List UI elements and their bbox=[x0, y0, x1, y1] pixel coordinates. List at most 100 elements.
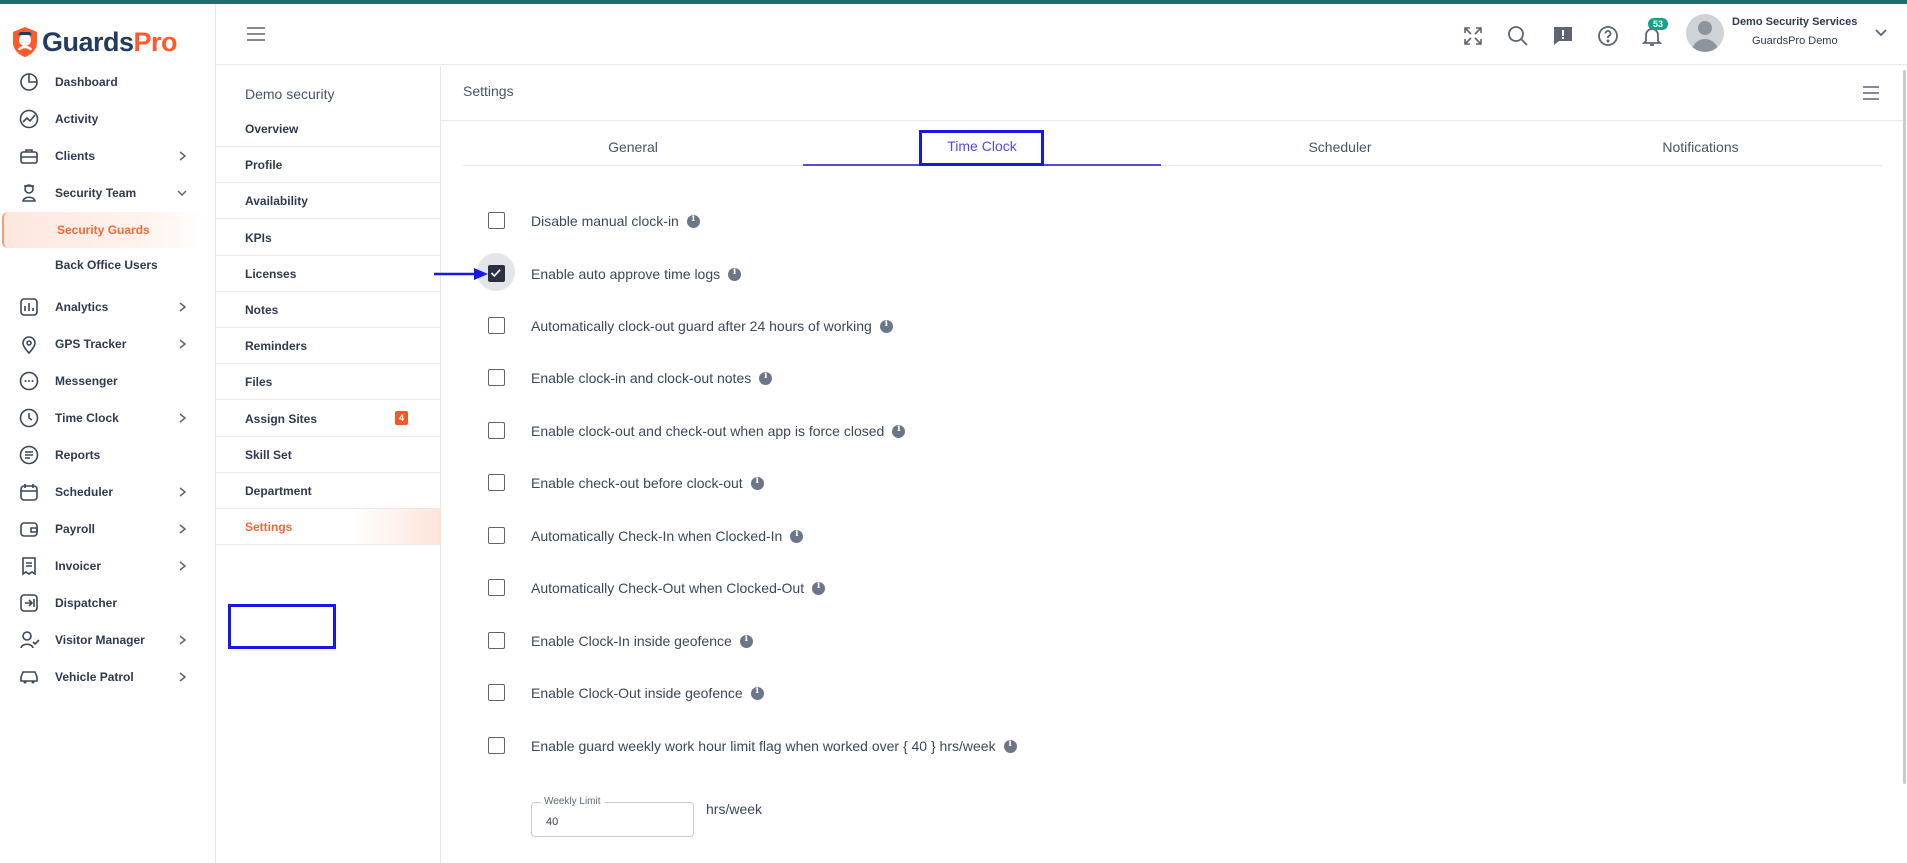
subnav-item-availability[interactable]: Availability bbox=[216, 183, 441, 220]
info-icon[interactable] bbox=[728, 267, 742, 281]
briefcase-icon bbox=[20, 149, 38, 164]
user-name: Demo Security Services bbox=[1732, 16, 1858, 28]
info-icon[interactable] bbox=[739, 634, 753, 648]
checkbox[interactable] bbox=[488, 265, 505, 282]
tab-general[interactable]: General bbox=[463, 128, 803, 166]
sidebar-item-invoicer[interactable]: Invoicer bbox=[0, 548, 216, 584]
logo[interactable]: GuardsPro bbox=[12, 26, 178, 58]
tab-scheduler[interactable]: Scheduler bbox=[1161, 128, 1519, 166]
sidebar-item-label: Security Team bbox=[55, 186, 137, 200]
sidebar-item-label: Dispatcher bbox=[55, 596, 118, 610]
top-bar: 53 Demo Security Services GuardsPro Demo bbox=[216, 4, 1907, 65]
sidebar-item-payroll[interactable]: Payroll bbox=[0, 511, 216, 547]
sidebar-item-label: GPS Tracker bbox=[55, 337, 127, 351]
subnav-item-settings[interactable]: Settings bbox=[216, 509, 441, 546]
info-icon[interactable] bbox=[759, 371, 773, 385]
subnav-item-files[interactable]: Files bbox=[216, 364, 441, 401]
sidebar-item-activity[interactable]: Activity bbox=[0, 101, 216, 137]
tab-notifications[interactable]: Notifications bbox=[1519, 128, 1882, 166]
reports-icon bbox=[19, 445, 39, 465]
subnav-item-licenses[interactable]: Licenses bbox=[216, 256, 441, 292]
feedback-icon[interactable] bbox=[1551, 24, 1575, 48]
search-icon[interactable] bbox=[1506, 24, 1530, 48]
help-icon[interactable] bbox=[1596, 24, 1620, 48]
scrollbar[interactable] bbox=[1903, 70, 1906, 784]
fullscreen-icon[interactable] bbox=[1461, 24, 1485, 48]
checkbox[interactable] bbox=[488, 474, 505, 491]
menu-icon[interactable] bbox=[1862, 86, 1880, 100]
sidebar-item-clients[interactable]: Clients bbox=[0, 138, 216, 174]
checkbox[interactable] bbox=[488, 369, 505, 386]
weekly-limit-input[interactable] bbox=[546, 816, 666, 828]
sidebar-item-visitor-manager[interactable]: Visitor Manager bbox=[0, 622, 216, 658]
checkbox[interactable] bbox=[488, 212, 505, 229]
subnav-item-label: Department bbox=[245, 484, 312, 498]
checkbox[interactable] bbox=[488, 422, 505, 439]
checkbox[interactable] bbox=[488, 684, 505, 701]
checkbox[interactable] bbox=[488, 632, 505, 649]
checkbox[interactable] bbox=[488, 737, 505, 754]
subnav-item-overview[interactable]: Overview bbox=[216, 111, 441, 147]
pointer-arrow bbox=[434, 268, 488, 280]
sidebar-item-gps-tracker[interactable]: GPS Tracker bbox=[0, 326, 216, 362]
subnav-item-label: Profile bbox=[245, 158, 283, 173]
dispatch-icon bbox=[20, 594, 38, 612]
chevron-right-icon bbox=[179, 635, 187, 645]
user-org: GuardsPro Demo bbox=[1752, 35, 1838, 47]
subnav-item-reminders[interactable]: Reminders bbox=[216, 328, 441, 365]
sidebar-item-security-guards[interactable]: Security Guards bbox=[2, 212, 204, 248]
subnav-item-assign-sites[interactable]: Assign Sites 4 bbox=[216, 401, 441, 437]
menu-toggle-icon[interactable] bbox=[246, 26, 266, 42]
sidebar-item-security-team[interactable]: Security Team bbox=[0, 175, 216, 211]
subnav-item-kpis[interactable]: KPIs bbox=[216, 220, 441, 256]
sidebar-item-vehicle-patrol[interactable]: Vehicle Patrol bbox=[0, 659, 216, 695]
subnav-item-skill-set[interactable]: Skill Set bbox=[216, 437, 441, 473]
setting-label: Disable manual clock-in bbox=[531, 213, 700, 229]
car-icon bbox=[20, 671, 38, 684]
subnav-item-label: Settings bbox=[245, 520, 293, 535]
sidebar-item-label: Clients bbox=[55, 149, 96, 163]
setting-option: Enable Clock-In inside geofence bbox=[488, 629, 1488, 653]
settings-tabs: General Time Clock Scheduler Notificatio… bbox=[463, 128, 1882, 166]
divider bbox=[441, 120, 1907, 121]
setting-option: Automatically clock-out guard after 24 h… bbox=[488, 314, 1488, 338]
sidebar-item-messenger[interactable]: Messenger bbox=[0, 363, 216, 399]
checkbox[interactable] bbox=[488, 317, 505, 334]
sidebar-item-dashboard[interactable]: Dashboard bbox=[0, 64, 216, 100]
info-icon[interactable] bbox=[750, 476, 764, 490]
sidebar-item-label: Vehicle Patrol bbox=[55, 670, 134, 684]
guard-logo-icon bbox=[13, 27, 37, 57]
analytics-icon bbox=[20, 298, 38, 316]
weekly-limit-field[interactable]: Weekly Limit bbox=[531, 796, 694, 837]
setting-label: Enable guard weekly work hour limit flag… bbox=[531, 738, 1017, 754]
info-icon[interactable] bbox=[1003, 739, 1017, 753]
setting-option: Enable Clock-Out inside geofence bbox=[488, 681, 1488, 705]
info-icon[interactable] bbox=[879, 319, 893, 333]
sidebar-item-label: Messenger bbox=[55, 374, 118, 388]
sidebar-item-back-office-users[interactable]: Back Office Users bbox=[0, 247, 216, 283]
info-icon[interactable] bbox=[812, 581, 826, 595]
sidebar-item-analytics[interactable]: Analytics bbox=[0, 289, 216, 325]
info-icon[interactable] bbox=[686, 214, 700, 228]
sidebar-item-reports[interactable]: Reports bbox=[0, 437, 216, 473]
checkbox[interactable] bbox=[488, 527, 505, 544]
setting-option: Enable clock-out and check-out when app … bbox=[488, 419, 1488, 443]
sidebar-item-time-clock[interactable]: Time Clock bbox=[0, 400, 216, 436]
checkbox[interactable] bbox=[488, 579, 505, 596]
avatar[interactable] bbox=[1686, 14, 1724, 52]
info-icon[interactable] bbox=[892, 424, 906, 438]
setting-label: Enable auto approve time logs bbox=[531, 266, 742, 282]
subnav-item-department[interactable]: Department bbox=[216, 473, 441, 509]
sidebar-item-dispatcher[interactable]: Dispatcher bbox=[0, 585, 216, 621]
location-pin-icon bbox=[22, 336, 36, 355]
sidebar-item-label: Reports bbox=[55, 448, 101, 462]
subnav-item-label: Notes bbox=[245, 303, 279, 317]
sidebar-item-label: Back Office Users bbox=[55, 258, 158, 272]
subnav-item-notes[interactable]: Notes bbox=[216, 292, 441, 328]
sidebar-item-scheduler[interactable]: Scheduler bbox=[0, 474, 216, 510]
guard-subnav: Demo security Overview Profile Availabilit… bbox=[216, 66, 441, 863]
info-icon[interactable] bbox=[750, 686, 764, 700]
info-icon[interactable] bbox=[790, 529, 804, 543]
chevron-down-icon[interactable] bbox=[1874, 28, 1888, 38]
subnav-item-profile[interactable]: Profile bbox=[216, 147, 441, 184]
